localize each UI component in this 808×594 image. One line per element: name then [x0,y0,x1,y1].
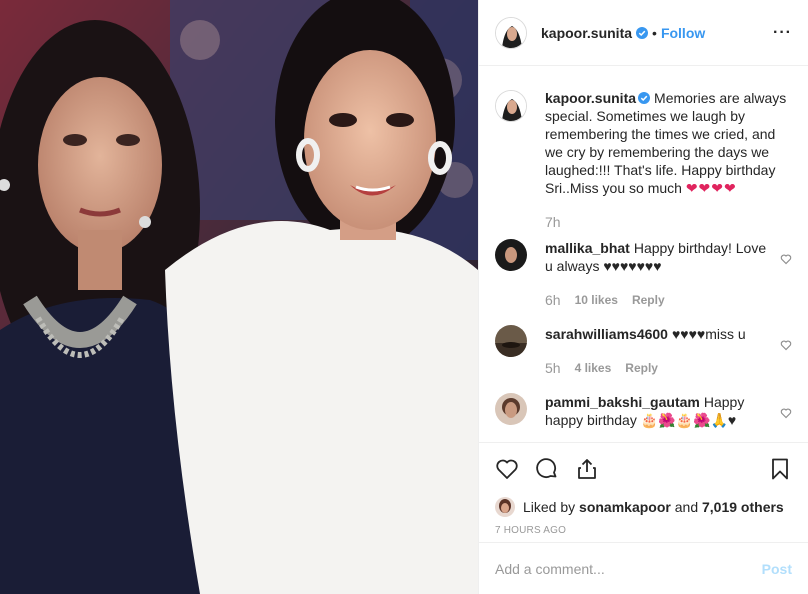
author-avatar-image [496,17,526,48]
comment-username[interactable]: pammi_bakshi_gautam [545,394,700,410]
heart-outline-icon[interactable] [495,457,519,481]
comment-time[interactable]: 5h [545,359,561,377]
caption-avatar[interactable] [495,90,527,122]
likes-count[interactable]: 7,019 others [702,499,784,515]
comment-body: sarahwilliams4600 ♥♥♥♥miss u 5h 4 likes R… [545,325,792,377]
posted-time[interactable]: 7 HOURS AGO [479,520,808,542]
comments-list[interactable]: kapoor.sunita Memories are always special… [479,66,808,442]
post-actions-bar [479,442,808,494]
verified-badge-icon [636,26,649,39]
post-container: kapoor.sunita • Follow ··· kapoor.sunita… [0,0,808,594]
comment-item: pammi_bakshi_gautam Happy happy birthday … [479,393,808,429]
liker-avatar[interactable] [495,497,515,517]
post-photo-image [0,0,478,594]
commenter-avatar-image [495,239,527,271]
comment-like-heart-icon[interactable] [780,339,792,351]
comment-like-heart-icon[interactable] [780,253,792,265]
comment-bubble-icon[interactable] [535,457,559,481]
reply-button[interactable]: Reply [632,291,665,309]
post-comment-button[interactable]: Post [762,561,792,577]
comment-username[interactable]: mallika_bhat [545,240,630,256]
likes-summary: Liked by sonamkapoor and 7,019 others [479,494,808,520]
caption-meta: 7h [545,213,792,231]
comment-meta: 6h 10 likes Reply [545,291,768,309]
caption-username[interactable]: kapoor.sunita [545,90,636,106]
comment-item: sarahwilliams4600 ♥♥♥♥miss u 5h 4 likes R… [479,325,808,377]
post-photo[interactable] [0,0,478,594]
comment-input[interactable] [495,560,762,577]
liker-avatar-image [495,497,515,517]
commenter-avatar[interactable] [495,325,527,357]
caption-body: kapoor.sunita Memories are always special… [545,90,792,231]
comment-like-heart-icon[interactable] [780,407,792,419]
comment-meta: 5h 4 likes Reply [545,359,768,377]
caption-hearts: ❤❤❤❤ [685,180,737,196]
likes-conj: and [674,499,699,515]
comment-body: mallika_bhat Happy birthday! Love u alway… [545,239,792,309]
post-header: kapoor.sunita • Follow ··· [479,0,808,66]
bookmark-icon[interactable] [768,457,792,481]
likes-prefix: Liked by [523,499,576,515]
author-username[interactable]: kapoor.sunita [541,25,632,41]
reply-button[interactable]: Reply [625,359,658,377]
caption-item: kapoor.sunita Memories are always special… [479,66,808,231]
comment-username[interactable]: sarahwilliams4600 [545,326,668,342]
comment-body: pammi_bakshi_gautam Happy happy birthday … [545,393,792,429]
caption-avatar-image [496,91,526,121]
caption-verified-badge-icon [638,92,651,104]
more-options-icon[interactable]: ··· [773,24,792,42]
add-comment-bar: Post [479,542,808,594]
comment-item: mallika_bhat Happy birthday! Love u alway… [479,239,808,309]
comment-text: ♥♥♥♥miss u [671,326,746,342]
commenter-avatar[interactable] [495,239,527,271]
commenter-avatar-image [495,325,527,357]
follow-button[interactable]: Follow [661,25,705,41]
author-avatar[interactable] [495,16,527,49]
share-icon[interactable] [575,457,599,481]
commenter-avatar-image [495,393,527,425]
header-separator: • [652,24,657,41]
liker-username[interactable]: sonamkapoor [579,499,671,515]
commenter-avatar[interactable] [495,393,527,425]
post-side-panel: kapoor.sunita • Follow ··· kapoor.sunita… [478,0,808,594]
comment-likes[interactable]: 4 likes [575,359,612,377]
comment-likes[interactable]: 10 likes [575,291,618,309]
comment-time[interactable]: 6h [545,291,561,309]
caption-time[interactable]: 7h [545,213,561,231]
